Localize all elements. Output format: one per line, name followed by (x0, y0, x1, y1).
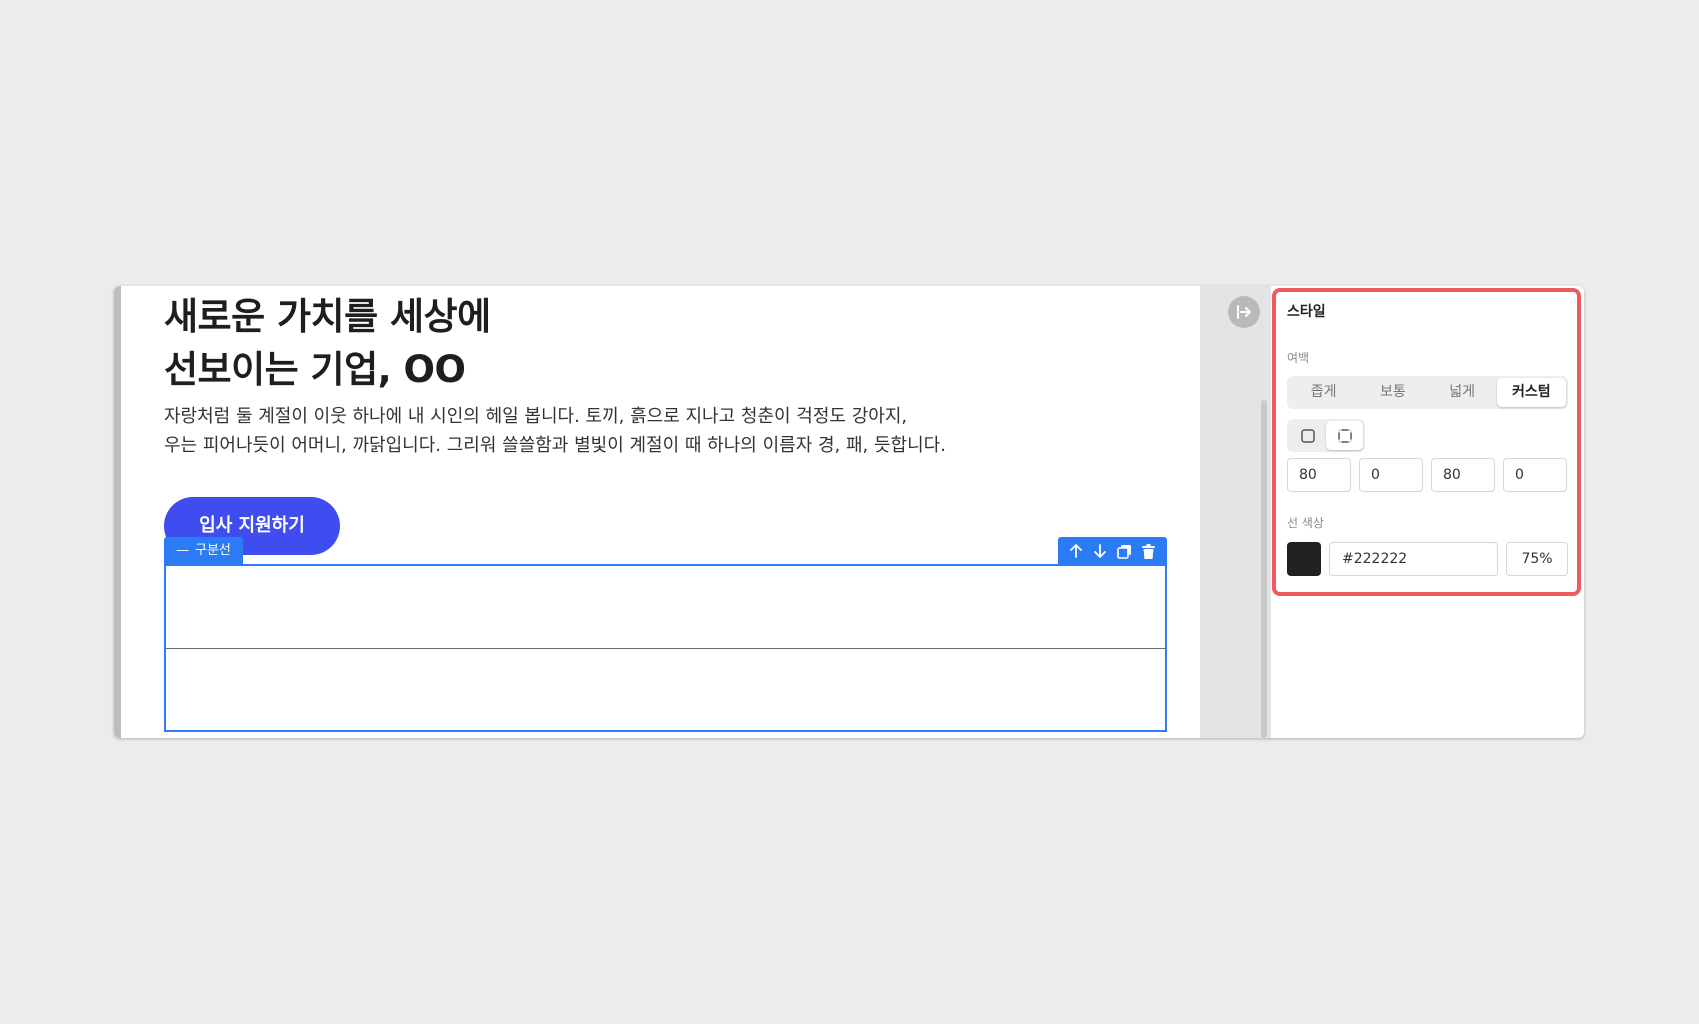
divider-line (166, 648, 1165, 649)
block-type-label: 구분선 (195, 543, 231, 558)
arrow-up-icon[interactable] (1067, 542, 1085, 560)
padding-left-input[interactable] (1503, 458, 1567, 492)
editor-window: 새로운 가치를 세상에 선보이는 기업, OO 자랑처럼 둘 계절이 이웃 하나… (114, 286, 1584, 738)
spacing-label: 여백 (1287, 351, 1310, 365)
panel-title: 스타일 (1287, 304, 1326, 320)
opacity-input[interactable] (1506, 542, 1568, 576)
color-swatch[interactable] (1287, 542, 1321, 576)
spacing-option-narrow[interactable]: 좁게 (1289, 378, 1358, 407)
block-toolbar (1058, 537, 1167, 565)
block-type-tag: — 구분선 (164, 537, 243, 565)
line-color-label: 선 색상 (1287, 516, 1324, 530)
padding-top-input[interactable] (1287, 458, 1351, 492)
individual-sides-icon[interactable] (1326, 421, 1363, 450)
spacing-option-wide[interactable]: 넓게 (1428, 378, 1497, 407)
collapse-panel-icon[interactable] (1228, 296, 1260, 328)
arrow-down-icon[interactable] (1091, 542, 1109, 560)
duplicate-icon[interactable] (1116, 542, 1134, 560)
page-body-text[interactable]: 자랑처럼 둘 계절이 이웃 하나에 내 시인의 헤일 봅니다. 토끼, 흙으로 … (164, 402, 946, 460)
trash-icon[interactable] (1140, 542, 1158, 560)
headline-line-1: 새로운 가치를 세상에 (164, 295, 491, 338)
line-color-row (1287, 542, 1568, 576)
padding-bottom-input[interactable] (1431, 458, 1495, 492)
style-panel: 스타일 여백 좁게 보통 넓게 커스텀 선 색상 (1271, 286, 1584, 738)
padding-inputs (1287, 458, 1568, 492)
body-line-1: 자랑처럼 둘 계절이 이웃 하나에 내 시인의 헤일 봅니다. 토끼, 흙으로 … (164, 406, 908, 427)
all-sides-icon[interactable] (1289, 421, 1326, 450)
spacing-option-custom[interactable]: 커스텀 (1496, 378, 1566, 407)
padding-mode-toggle (1287, 419, 1365, 452)
headline-line-2: 선보이는 기업, OO (164, 348, 466, 391)
page-headline[interactable]: 새로운 가치를 세상에 선보이는 기업, OO (164, 290, 491, 396)
spacing-option-normal[interactable]: 보통 (1358, 378, 1427, 407)
scrollbar[interactable] (1261, 400, 1267, 738)
divider-block[interactable] (164, 564, 1167, 732)
padding-right-input[interactable] (1359, 458, 1423, 492)
spacing-segmented-control: 좁게 보통 넓게 커스텀 (1287, 376, 1568, 409)
page-canvas: 새로운 가치를 세상에 선보이는 기업, OO 자랑처럼 둘 계절이 이웃 하나… (114, 286, 1200, 738)
divider-icon: — (176, 543, 189, 558)
body-line-2: 우는 피어나듯이 어머니, 까닭입니다. 그리워 쓸쓸함과 별빛이 계절이 때 … (164, 435, 946, 456)
hex-color-input[interactable] (1329, 542, 1498, 576)
